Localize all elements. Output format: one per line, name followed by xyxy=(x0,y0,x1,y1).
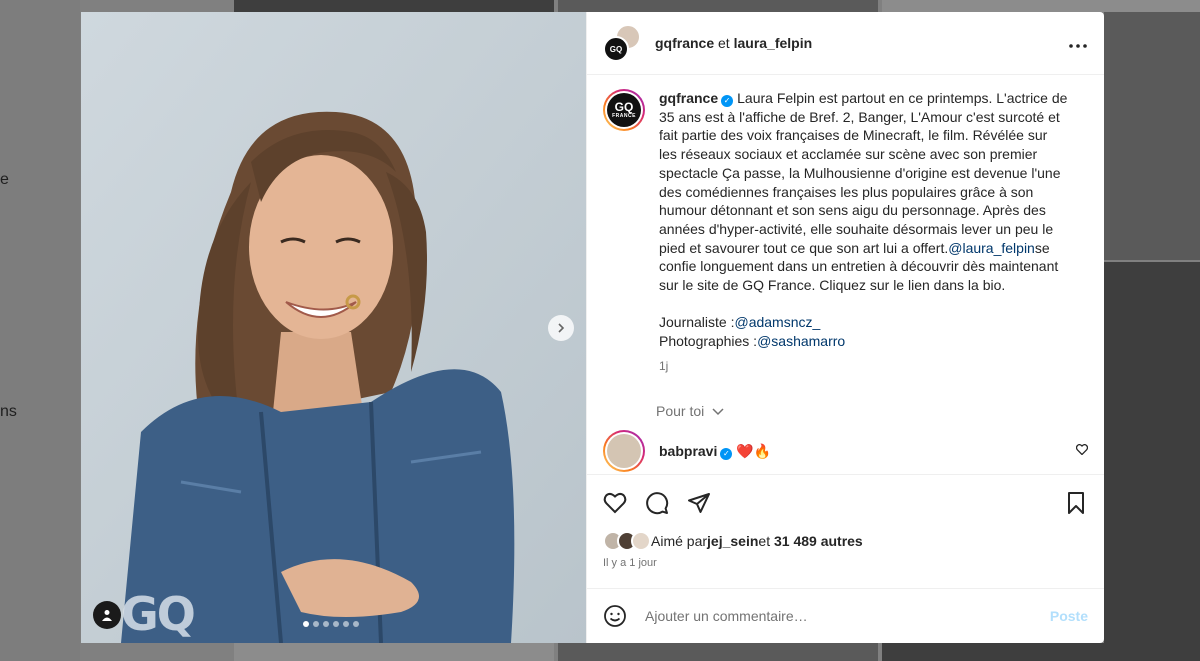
caption: GQ FRANCE gqfrance ✓ Laura Felpin est parto… xyxy=(603,89,1088,420)
caption-username[interactable]: gqfrance xyxy=(659,90,718,106)
background-sidebar xyxy=(0,0,80,661)
gq-logo: GQ FRANCE xyxy=(607,93,641,127)
post-media[interactable]: GQ xyxy=(81,12,586,643)
credit-label: Journaliste : xyxy=(659,314,735,331)
post-comment-button[interactable]: Poste xyxy=(1050,608,1088,624)
post-header: GQ gqfrance et laura_felpin xyxy=(587,12,1104,75)
background-tile xyxy=(234,643,554,661)
carousel-dot xyxy=(353,621,359,627)
likers-avatars xyxy=(603,531,651,551)
post-photo xyxy=(81,12,586,643)
heart-icon xyxy=(1075,444,1089,456)
more-icon xyxy=(1069,43,1087,48)
post-modal: GQ GQ gqfrance et laura_felpin GQ FRANCE… xyxy=(81,12,1104,643)
verified-badge-icon: ✓ xyxy=(721,95,734,107)
verified-badge-icon: ✓ xyxy=(720,447,733,460)
tagged-people-button[interactable] xyxy=(93,601,121,629)
background-nav-fragment: e xyxy=(0,171,9,188)
caption-body: gqfrance ✓ Laura Felpin est partout en ce … xyxy=(656,89,1069,421)
background-tile xyxy=(558,643,878,661)
likes-conjunction: et xyxy=(758,533,771,549)
author-link[interactable]: laura_felpin xyxy=(734,35,813,51)
comment-text: babpravi ✓ ❤️🔥 xyxy=(659,443,771,460)
add-comment-bar: Poste xyxy=(587,588,1104,643)
comment-item: babpravi ✓ ❤️🔥 xyxy=(603,430,1089,473)
avatar: GQ xyxy=(603,36,629,62)
comment-body: ❤️🔥 xyxy=(736,442,772,459)
background-tile xyxy=(882,643,1200,661)
author-avatar-ring[interactable]: GQ FRANCE xyxy=(603,89,645,131)
mention-link[interactable]: @adamsncz_ xyxy=(734,314,820,330)
background-tile xyxy=(234,0,554,12)
author-conjunction: et xyxy=(718,35,730,51)
likes-summary[interactable]: Aimé par jej_sein et 31 489 autres xyxy=(587,531,1104,551)
bookmark-icon[interactable] xyxy=(1064,491,1088,515)
credit-label: Photographies : xyxy=(659,333,758,350)
background-tile xyxy=(558,0,878,12)
comment-username[interactable]: babpravi xyxy=(659,443,717,459)
share-send-icon[interactable] xyxy=(687,491,711,515)
chevron-right-icon xyxy=(558,323,565,333)
carousel-dot xyxy=(333,621,339,627)
liker-username[interactable]: jej_sein xyxy=(707,533,758,549)
person-icon xyxy=(102,610,112,621)
carousel-dot xyxy=(303,621,309,627)
gq-watermark: GQ xyxy=(121,587,196,641)
for-you-label: Pour toi xyxy=(656,402,705,419)
carousel-indicator xyxy=(303,621,359,627)
carousel-next-button[interactable] xyxy=(548,315,574,341)
post-date: Il y a 1 jour xyxy=(603,557,657,569)
carousel-dot xyxy=(313,621,319,627)
background-nav-fragment: ns xyxy=(0,403,17,420)
comment-like-button[interactable] xyxy=(1075,444,1089,458)
emoji-icon[interactable] xyxy=(603,604,627,628)
post-authors: gqfrance et laura_felpin xyxy=(655,35,812,51)
caption-text: Laura Felpin est partout en ce printemps… xyxy=(659,90,1068,256)
caption-timestamp: 1j xyxy=(659,358,669,373)
for-you-toggle[interactable]: Pour toi xyxy=(656,402,1069,421)
caption-credits: Journaliste :@adamsncz_ Photographies :@… xyxy=(659,313,1069,350)
more-options-button[interactable] xyxy=(1068,38,1088,49)
post-details-panel: GQ gqfrance et laura_felpin GQ FRANCE gq… xyxy=(586,12,1104,643)
likes-count[interactable]: 31 489 autres xyxy=(774,533,863,549)
mention-link[interactable]: @sashamarro xyxy=(757,333,845,349)
commenter-avatar-ring[interactable] xyxy=(603,430,645,473)
comment-input[interactable] xyxy=(645,608,1025,624)
carousel-dot xyxy=(323,621,329,627)
comments-section[interactable]: GQ FRANCE gqfrance ✓ Laura Felpin est parto… xyxy=(587,75,1104,474)
chevron-down-icon xyxy=(712,408,724,415)
avatar xyxy=(631,531,651,551)
avatar xyxy=(607,434,641,469)
likes-prefix: Aimé par xyxy=(651,533,708,549)
collab-avatars[interactable]: GQ xyxy=(603,24,641,62)
comment-bubble-icon[interactable] xyxy=(645,491,669,515)
mention-link[interactable]: @laura_felpin xyxy=(948,240,1035,256)
background-tile xyxy=(1104,262,1200,661)
background-tile xyxy=(1104,12,1200,260)
post-actions xyxy=(587,474,1104,531)
author-link[interactable]: gqfrance xyxy=(655,35,714,51)
background-tile xyxy=(882,0,1200,12)
carousel-dot xyxy=(343,621,349,627)
like-heart-icon[interactable] xyxy=(603,491,627,515)
